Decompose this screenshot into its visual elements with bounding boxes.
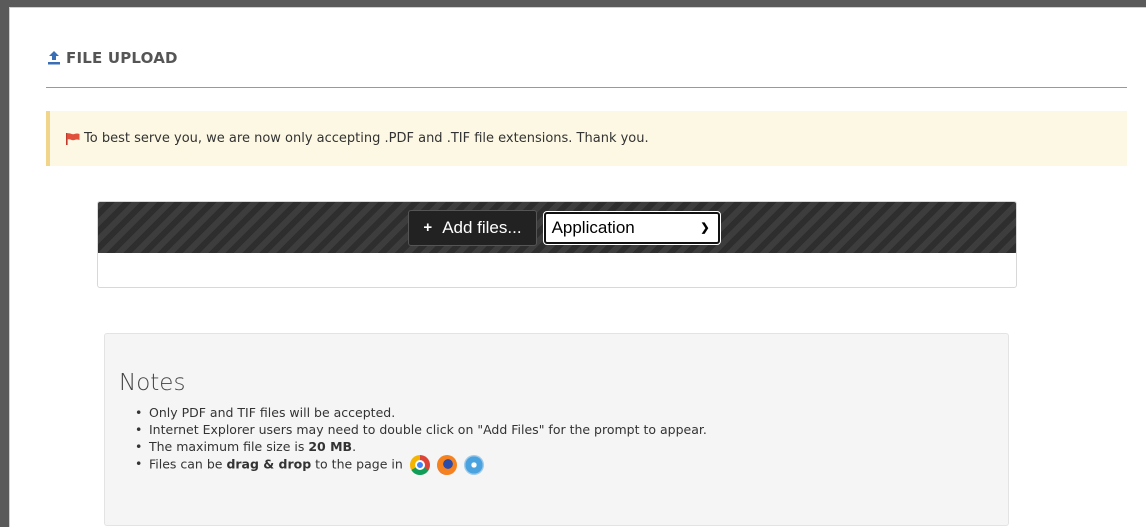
file-type-alert: To best serve you, we are now only accep… xyxy=(46,111,1127,166)
header-divider xyxy=(46,87,1127,88)
add-files-label: Add files... xyxy=(442,217,522,237)
alert-message: To best serve you, we are now only accep… xyxy=(84,131,649,146)
chevron-down-icon: ❯ xyxy=(700,222,710,234)
upload-icon xyxy=(46,50,62,66)
flag-icon xyxy=(66,132,80,145)
add-files-button[interactable]: + Add files... xyxy=(408,209,537,246)
page-title: FILE UPLOAD xyxy=(66,49,178,67)
plus-icon: + xyxy=(423,219,433,236)
notes-box: Notes Only PDF and TIF files will be acc… xyxy=(104,333,1009,526)
chrome-icon xyxy=(409,455,430,475)
notes-title: Notes xyxy=(119,370,186,396)
list-item: Files can be drag & drop to the page in xyxy=(135,455,1008,475)
list-item: Internet Explorer users may need to doub… xyxy=(135,421,1008,438)
document-type-value: Application xyxy=(551,217,635,237)
notes-list: Only PDF and TIF files will be accepted.… xyxy=(119,404,1008,475)
list-item: Only PDF and TIF files will be accepted. xyxy=(135,404,1008,421)
list-item: The maximum file size is 20 MB. xyxy=(135,438,1008,455)
safari-icon xyxy=(463,455,484,475)
document-type-select[interactable]: Application ❯ xyxy=(542,210,721,245)
uploader-toolbar: + Add files... Application ❯ xyxy=(98,202,1016,253)
file-upload-panel: FILE UPLOAD To best serve you, we are no… xyxy=(9,7,1146,527)
file-uploader[interactable]: + Add files... Application ❯ xyxy=(97,201,1017,288)
firefox-icon xyxy=(436,455,457,475)
section-header: FILE UPLOAD xyxy=(46,46,178,70)
upload-file-list[interactable] xyxy=(98,253,1016,287)
